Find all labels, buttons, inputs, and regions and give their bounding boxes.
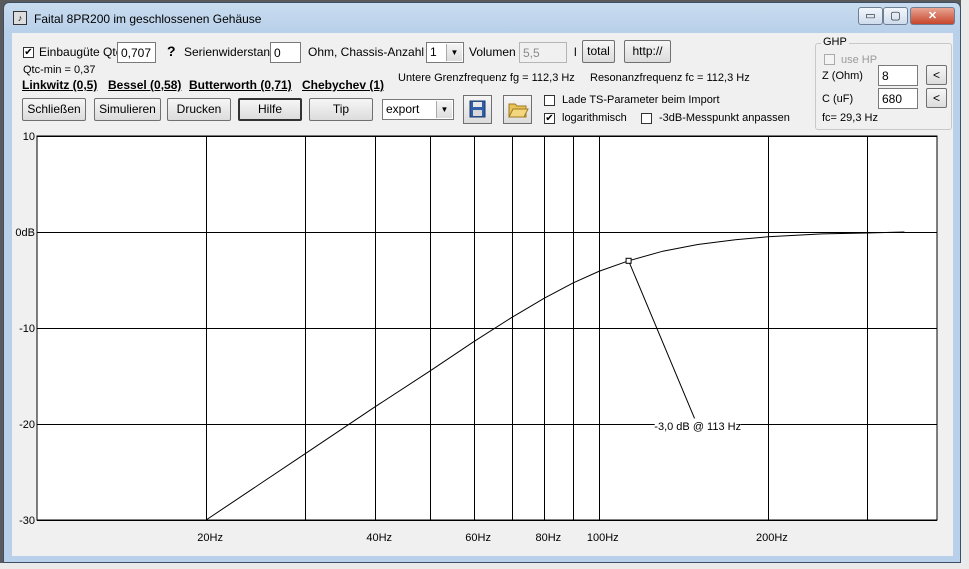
untere-grenzfrequenz-text: Untere Grenzfrequenz fg = 112,3 Hz — [398, 72, 575, 84]
y-tick-label: -20 — [19, 419, 35, 431]
app-icon: ♪ — [13, 11, 27, 25]
export-select[interactable]: export ▼ — [382, 99, 454, 120]
use-hp-label: use HP — [841, 54, 878, 66]
export-value: export — [386, 102, 420, 116]
save-button[interactable] — [463, 95, 492, 124]
serienwiderstand-label: Serienwiderstand — [184, 45, 277, 59]
frequency-response-chart: 10 0dB -10 -20 -30 20Hz 40Hz 60Hz 80Hz 100Hz 200Hz… — [15, 131, 938, 544]
z-arrow-button[interactable]: < — [926, 65, 947, 85]
hilfe-button[interactable]: Hilfe — [238, 98, 302, 121]
background-window-bottom — [0, 563, 969, 569]
main-window: ♪ Faital 8PR200 im geschlossenen Gehäuse… — [3, 2, 961, 563]
total-button[interactable]: total — [582, 40, 615, 63]
z-label: Z (Ohm) — [822, 70, 863, 82]
marker-point — [625, 257, 632, 264]
simulieren-button[interactable]: Simulieren — [94, 98, 161, 121]
logarithmisch-checkbox[interactable]: ✔ — [544, 113, 555, 124]
x-tick-label: 60Hz — [465, 532, 491, 544]
client-area: ✔ Einbaugüte Qtc ? Serienwiderstand Ohm,… — [12, 33, 953, 556]
preset-chebychev[interactable]: Chebychev (1) — [302, 78, 384, 92]
chevron-down-icon[interactable]: ▼ — [446, 44, 462, 61]
messpunkt-label: -3dB-Messpunkt anpassen — [659, 112, 790, 124]
use-hp-checkbox[interactable] — [824, 54, 835, 65]
einbauguete-label: Einbaugüte Qtc — [39, 45, 122, 59]
close-button[interactable]: ✕ — [910, 7, 955, 25]
serienwiderstand-input[interactable] — [270, 42, 301, 63]
open-button[interactable] — [503, 95, 532, 124]
logarithmisch-label: logarithmisch — [562, 112, 627, 124]
drucken-button[interactable]: Drucken — [167, 98, 231, 121]
x-tick-label: 40Hz — [366, 532, 392, 544]
x-tick-label: 100Hz — [587, 532, 619, 544]
c-input[interactable] — [878, 88, 918, 109]
tip-button[interactable]: Tip — [309, 98, 373, 121]
marker-label: -3,0 dB @ 113 Hz — [654, 421, 741, 433]
chevron-down-icon[interactable]: ▼ — [436, 101, 452, 118]
resonanzfrequenz-text: Resonanzfrequenz fc = 112,3 Hz — [590, 72, 750, 84]
lade-ts-label: Lade TS-Parameter beim Import — [562, 94, 720, 106]
einbauguete-checkbox[interactable]: ✔ — [23, 47, 34, 58]
ohm-chassis-label: Ohm, Chassis-Anzahl — [308, 45, 425, 59]
preset-bessel[interactable]: Bessel (0,58) — [108, 78, 181, 92]
z-input[interactable] — [878, 65, 918, 86]
lade-ts-checkbox[interactable] — [544, 95, 555, 106]
c-arrow-button[interactable]: < — [926, 88, 947, 108]
floppy-disk-icon — [469, 100, 486, 118]
chassis-count-value: 1 — [430, 45, 437, 59]
messpunkt-checkbox[interactable] — [641, 113, 652, 124]
qtc-input[interactable] — [117, 42, 156, 63]
folder-open-icon — [508, 103, 529, 118]
maximize-button[interactable]: ▢ — [883, 7, 908, 25]
x-tick-label: 20Hz — [197, 532, 223, 544]
background-window-edge — [961, 0, 969, 569]
minimize-button[interactable]: ▭ — [858, 7, 883, 25]
x-tick-label: 80Hz — [535, 532, 561, 544]
x-tick-label: 200Hz — [756, 532, 788, 544]
chassis-count-select[interactable]: 1 ▼ — [426, 42, 464, 63]
ghp-fc-text: fc= 29,3 Hz — [822, 112, 878, 124]
help-question-icon[interactable]: ? — [167, 43, 176, 59]
qtc-min-text: Qtc-min = 0,37 — [23, 64, 96, 76]
y-tick-label: -10 — [19, 323, 35, 335]
volumen-unit: l — [574, 45, 577, 59]
y-tick-label: 0dB — [15, 227, 35, 239]
c-label: C (uF) — [822, 93, 854, 105]
schliessen-button[interactable]: Schließen — [22, 98, 86, 121]
title-bar[interactable]: ♪ Faital 8PR200 im geschlossenen Gehäuse… — [4, 3, 960, 31]
volumen-label: Volumen — [469, 45, 516, 59]
ghp-title: GHP — [821, 36, 849, 48]
y-tick-label: 10 — [23, 131, 35, 143]
window-title: Faital 8PR200 im geschlossenen Gehäuse — [34, 12, 262, 26]
preset-butterworth[interactable]: Butterworth (0,71) — [189, 78, 292, 92]
http-button[interactable]: http:// — [624, 40, 671, 63]
y-tick-label: -30 — [19, 515, 35, 527]
preset-linkwitz[interactable]: Linkwitz (0,5) — [22, 78, 97, 92]
volumen-input[interactable] — [519, 42, 567, 63]
